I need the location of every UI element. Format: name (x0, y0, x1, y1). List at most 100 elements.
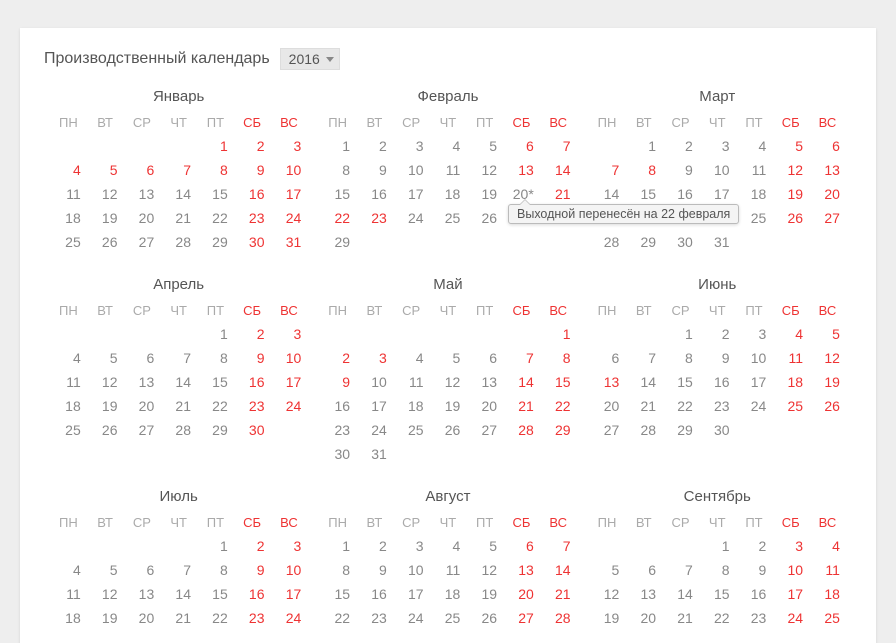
day-cell[interactable]: 6 (124, 558, 161, 582)
day-cell[interactable]: 11 (50, 182, 87, 206)
day-cell[interactable]: 25 (50, 418, 87, 442)
day-cell[interactable]: 9 (319, 370, 356, 394)
day-cell[interactable]: 16 (356, 182, 393, 206)
day-cell[interactable]: 26 (430, 418, 467, 442)
day-cell[interactable]: 1 (319, 134, 356, 158)
day-cell[interactable]: 14 (540, 158, 577, 182)
day-cell[interactable]: 5 (430, 346, 467, 370)
day-cell[interactable]: 7 (540, 534, 577, 558)
day-cell[interactable]: 2 (319, 346, 356, 370)
day-cell[interactable]: 2 (662, 134, 699, 158)
day-cell[interactable]: 10 (271, 158, 308, 182)
day-cell[interactable]: 7 (160, 346, 197, 370)
day-cell[interactable]: 13 (124, 182, 161, 206)
day-cell[interactable]: 8 (625, 158, 662, 182)
day-cell[interactable]: 24 (356, 418, 393, 442)
day-cell[interactable]: 23 (234, 394, 271, 418)
day-cell[interactable]: 29 (197, 230, 234, 254)
day-cell[interactable]: 6 (503, 134, 540, 158)
day-cell[interactable]: 15 (625, 182, 662, 206)
day-cell[interactable]: 5 (87, 346, 124, 370)
day-cell[interactable]: 21 (625, 394, 662, 418)
day-cell[interactable]: 4 (393, 346, 430, 370)
day-cell[interactable]: 1 (197, 534, 234, 558)
day-cell[interactable]: 15 (540, 370, 577, 394)
day-cell[interactable]: 8 (319, 158, 356, 182)
day-cell[interactable]: 25 (736, 206, 773, 230)
day-cell[interactable]: 25 (50, 230, 87, 254)
year-select-wrap[interactable]: 2016 (280, 48, 340, 70)
day-cell[interactable]: 3 (271, 322, 308, 346)
day-cell[interactable]: 26 (87, 230, 124, 254)
day-cell[interactable]: 13 (589, 370, 626, 394)
day-cell[interactable]: 6 (809, 134, 846, 158)
day-cell[interactable]: 13 (625, 582, 662, 606)
day-cell[interactable]: 14 (589, 182, 626, 206)
day-cell[interactable]: 4 (809, 534, 846, 558)
day-cell[interactable]: 19 (589, 606, 626, 630)
day-cell[interactable]: 10 (271, 346, 308, 370)
day-cell[interactable]: 16 (736, 582, 773, 606)
day-cell[interactable]: 10 (736, 346, 773, 370)
day-cell[interactable]: 11 (736, 158, 773, 182)
day-cell[interactable]: 2 (234, 322, 271, 346)
day-cell[interactable]: 18 (50, 206, 87, 230)
day-cell[interactable]: 5 (87, 158, 124, 182)
day-cell[interactable]: 12 (87, 370, 124, 394)
day-cell[interactable]: 13 (503, 158, 540, 182)
day-cell[interactable]: 12 (589, 582, 626, 606)
day-cell[interactable]: 22 (197, 206, 234, 230)
day-cell[interactable]: 19 (87, 206, 124, 230)
day-cell[interactable]: 29 (540, 418, 577, 442)
day-cell[interactable]: 17 (271, 582, 308, 606)
day-cell[interactable]: 6 (124, 158, 161, 182)
day-cell[interactable]: 28 (160, 418, 197, 442)
day-cell[interactable]: 15 (197, 582, 234, 606)
day-cell[interactable]: 3 (271, 134, 308, 158)
day-cell[interactable]: 15 (319, 182, 356, 206)
day-cell[interactable]: 20 (625, 606, 662, 630)
day-cell[interactable]: 11 (430, 158, 467, 182)
day-cell[interactable]: 23 (234, 606, 271, 630)
day-cell[interactable]: 18 (736, 182, 773, 206)
day-cell[interactable]: 1 (197, 322, 234, 346)
day-cell[interactable]: 2 (234, 134, 271, 158)
day-cell[interactable]: 23 (736, 606, 773, 630)
day-cell[interactable]: 20 (124, 394, 161, 418)
day-cell[interactable]: 30 (699, 418, 736, 442)
day-cell[interactable]: 19 (87, 606, 124, 630)
day-cell[interactable]: 9 (356, 158, 393, 182)
day-cell[interactable]: 10 (393, 158, 430, 182)
day-cell[interactable]: 13 (124, 582, 161, 606)
day-cell[interactable]: 30 (234, 230, 271, 254)
day-cell[interactable]: 19 (466, 582, 503, 606)
day-cell[interactable]: 11 (430, 558, 467, 582)
day-cell[interactable]: 21 (662, 606, 699, 630)
day-cell[interactable]: 8 (197, 558, 234, 582)
day-cell[interactable]: 2 (234, 534, 271, 558)
day-cell[interactable]: 25 (393, 418, 430, 442)
day-cell[interactable]: 21 (160, 206, 197, 230)
day-cell[interactable]: 27 (589, 418, 626, 442)
day-cell[interactable]: 23 (234, 206, 271, 230)
day-cell[interactable]: 29 (197, 418, 234, 442)
day-cell[interactable]: 15 (699, 582, 736, 606)
day-cell[interactable]: 16 (356, 582, 393, 606)
day-cell[interactable]: 17 (356, 394, 393, 418)
day-cell[interactable]: 20 (466, 394, 503, 418)
day-cell[interactable]: 12 (87, 582, 124, 606)
day-cell[interactable]: 17 (271, 182, 308, 206)
day-cell[interactable]: 16 (699, 370, 736, 394)
day-cell[interactable]: 7 (160, 158, 197, 182)
day-cell[interactable]: 14 (662, 582, 699, 606)
day-cell[interactable]: 23 (319, 418, 356, 442)
day-cell[interactable]: 15 (319, 582, 356, 606)
day-cell[interactable]: 1 (699, 534, 736, 558)
day-cell[interactable]: 8 (699, 558, 736, 582)
day-cell[interactable]: 22 (540, 394, 577, 418)
day-cell[interactable]: 7 (662, 558, 699, 582)
day-cell[interactable]: 2 (356, 134, 393, 158)
day-cell[interactable]: 6 (503, 534, 540, 558)
day-cell[interactable]: 8 (197, 346, 234, 370)
day-cell[interactable]: 8 (662, 346, 699, 370)
